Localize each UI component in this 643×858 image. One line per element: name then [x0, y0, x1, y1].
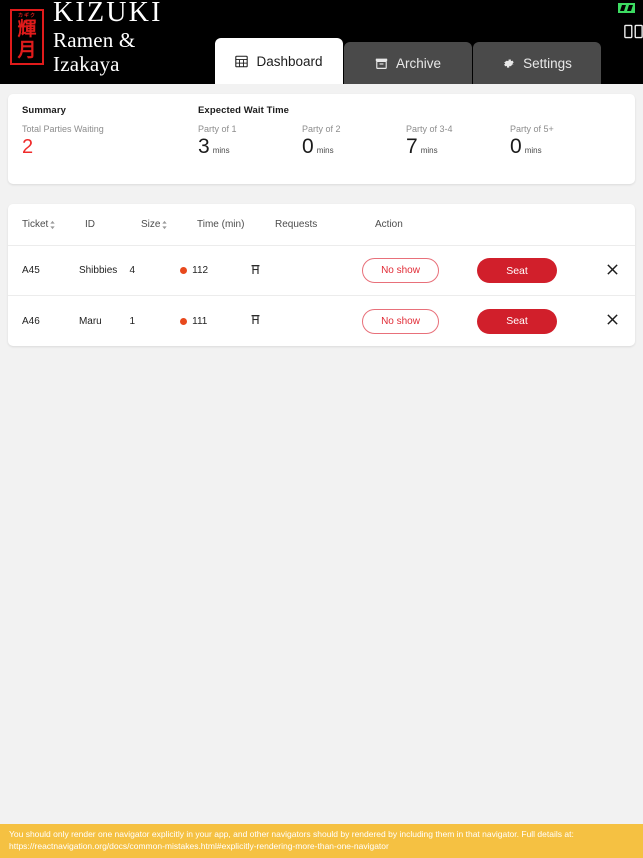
stool-icon — [251, 264, 260, 275]
wait-party-of-1-value: 3 — [198, 135, 210, 158]
summary-title: Summary — [22, 105, 66, 116]
column-header-id: ID — [85, 219, 95, 230]
app-header: カギク 輝 月 KIZUKI Ramen & Izakaya Dashboard — [0, 0, 643, 84]
tab-dashboard[interactable]: Dashboard — [215, 38, 343, 84]
close-icon — [606, 313, 619, 329]
wait-party-of-2: Party of 2 0 mins — [302, 124, 406, 163]
cell-time-value: 111 — [192, 315, 208, 327]
tab-archive-label: Archive — [395, 55, 441, 71]
tab-archive[interactable]: Archive — [344, 42, 472, 84]
grid-icon — [235, 55, 249, 68]
sort-icon — [161, 220, 168, 230]
cell-time: 111 — [180, 316, 250, 327]
summary-total-block: Summary Total Parties Waiting 2 — [22, 105, 198, 184]
cell-time: 112 — [180, 265, 250, 276]
wait-party-of-3-4-value: 7 — [406, 135, 418, 158]
cell-size: 4 — [129, 265, 136, 276]
wait-party-of-5-plus-label: Party of 5+ — [510, 124, 554, 134]
expected-wait-title: Expected Wait Time — [198, 105, 290, 116]
split-view-icon — [624, 24, 643, 44]
column-header-ticket-label: Ticket — [22, 219, 49, 230]
gear-icon — [502, 57, 515, 70]
battery-charging-icon — [618, 3, 635, 13]
brand-name-secondary: Ramen & Izakaya — [53, 28, 136, 76]
brand-name-primary: KIZUKI — [53, 0, 163, 28]
warning-banner: You should only render one navigator exp… — [0, 824, 643, 858]
brand-kanji-1: 輝 — [17, 18, 37, 40]
wait-party-of-3-4-unit: mins — [420, 146, 438, 155]
wait-party-of-1: Party of 1 3 mins — [198, 124, 302, 163]
brand-kanji-2: 月 — [17, 39, 37, 61]
wait-party-of-1-value-wrap: 3 mins — [198, 135, 302, 163]
close-icon — [606, 263, 619, 279]
cell-actions: No show Seat — [341, 308, 621, 334]
seat-button[interactable]: Seat — [477, 258, 558, 283]
tab-settings-label: Settings — [523, 55, 572, 71]
wait-party-of-1-label: Party of 1 — [198, 124, 237, 134]
column-header-size-label: Size — [141, 219, 161, 230]
main-tabs: Dashboard Archive Settings — [215, 0, 602, 84]
wait-party-of-3-4-value-wrap: 7 mins — [406, 135, 510, 163]
cell-id: Shibbies — [78, 265, 118, 276]
waitlist-table: Ticket ID Size Time (min) Requests Actio… — [8, 204, 635, 346]
table-header-row: Ticket ID Size Time (min) Requests Actio… — [8, 204, 635, 246]
main-content: Summary Total Parties Waiting 2 Expected… — [0, 84, 643, 346]
brand-logo: カギク 輝 月 KIZUKI Ramen & Izakaya — [0, 0, 212, 84]
remove-entry-button[interactable] — [603, 312, 621, 330]
cell-requests — [251, 264, 341, 278]
wait-party-of-2-label: Party of 2 — [302, 124, 341, 134]
cell-actions: No show Seat — [341, 258, 621, 283]
sort-icon — [49, 220, 56, 230]
wait-party-of-5-plus-value: 0 — [510, 135, 522, 158]
status-dot-icon — [180, 267, 188, 274]
wait-party-of-5-plus-value-wrap: 0 mins — [510, 135, 614, 163]
wait-party-of-1-unit: mins — [212, 146, 230, 155]
expected-wait-block: Expected Wait Time Party of 1 3 mins Par… — [198, 105, 621, 184]
brand-name: KIZUKI Ramen & Izakaya — [53, 0, 204, 76]
wait-party-of-5-plus: Party of 5+ 0 mins — [510, 124, 614, 163]
column-header-action: Action — [375, 219, 403, 230]
wait-party-of-2-unit: mins — [316, 146, 334, 155]
cell-ticket: A46 — [22, 315, 40, 327]
wait-party-of-5-plus-unit: mins — [524, 146, 542, 155]
wait-party-of-2-value: 0 — [302, 135, 314, 158]
total-parties-label: Total Parties Waiting — [22, 124, 104, 134]
column-header-size[interactable]: Size — [141, 219, 197, 230]
cell-time-value: 112 — [192, 265, 209, 276]
no-show-button[interactable]: No show — [362, 258, 440, 283]
column-header-ticket[interactable]: Ticket — [22, 219, 85, 230]
column-header-time: Time (min) — [197, 219, 245, 230]
stool-icon — [251, 314, 260, 325]
cell-requests — [251, 314, 341, 328]
wait-time-group: Party of 1 3 mins Party of 2 0 mins Part… — [198, 124, 621, 163]
cell-size: 1 — [129, 315, 136, 327]
tab-dashboard-label: Dashboard — [256, 53, 323, 69]
status-indicator — [618, 3, 635, 13]
cell-ticket: A45 — [22, 265, 40, 276]
no-show-button[interactable]: No show — [362, 308, 440, 334]
column-header-requests: Requests — [275, 219, 318, 230]
wait-party-of-3-4-label: Party of 3-4 — [406, 124, 453, 134]
table-row: A46 Maru 1 111 No show Seat — [8, 296, 635, 346]
brand-kanji-mark: カギク 輝 月 — [10, 9, 44, 65]
remove-entry-button[interactable] — [603, 262, 621, 280]
total-parties-value: 2 — [22, 136, 34, 158]
table-row: A45 Shibbies 4 112 No show Seat — [8, 246, 635, 296]
status-dot-icon — [180, 317, 188, 325]
summary-card: Summary Total Parties Waiting 2 Expected… — [8, 94, 635, 184]
cell-id: Maru — [78, 315, 102, 327]
wait-party-of-2-value-wrap: 0 mins — [302, 135, 406, 163]
wait-party-of-3-4: Party of 3-4 7 mins — [406, 124, 510, 163]
tab-settings[interactable]: Settings — [473, 42, 601, 84]
seat-button[interactable]: Seat — [477, 308, 558, 334]
archive-box-icon — [375, 57, 388, 70]
